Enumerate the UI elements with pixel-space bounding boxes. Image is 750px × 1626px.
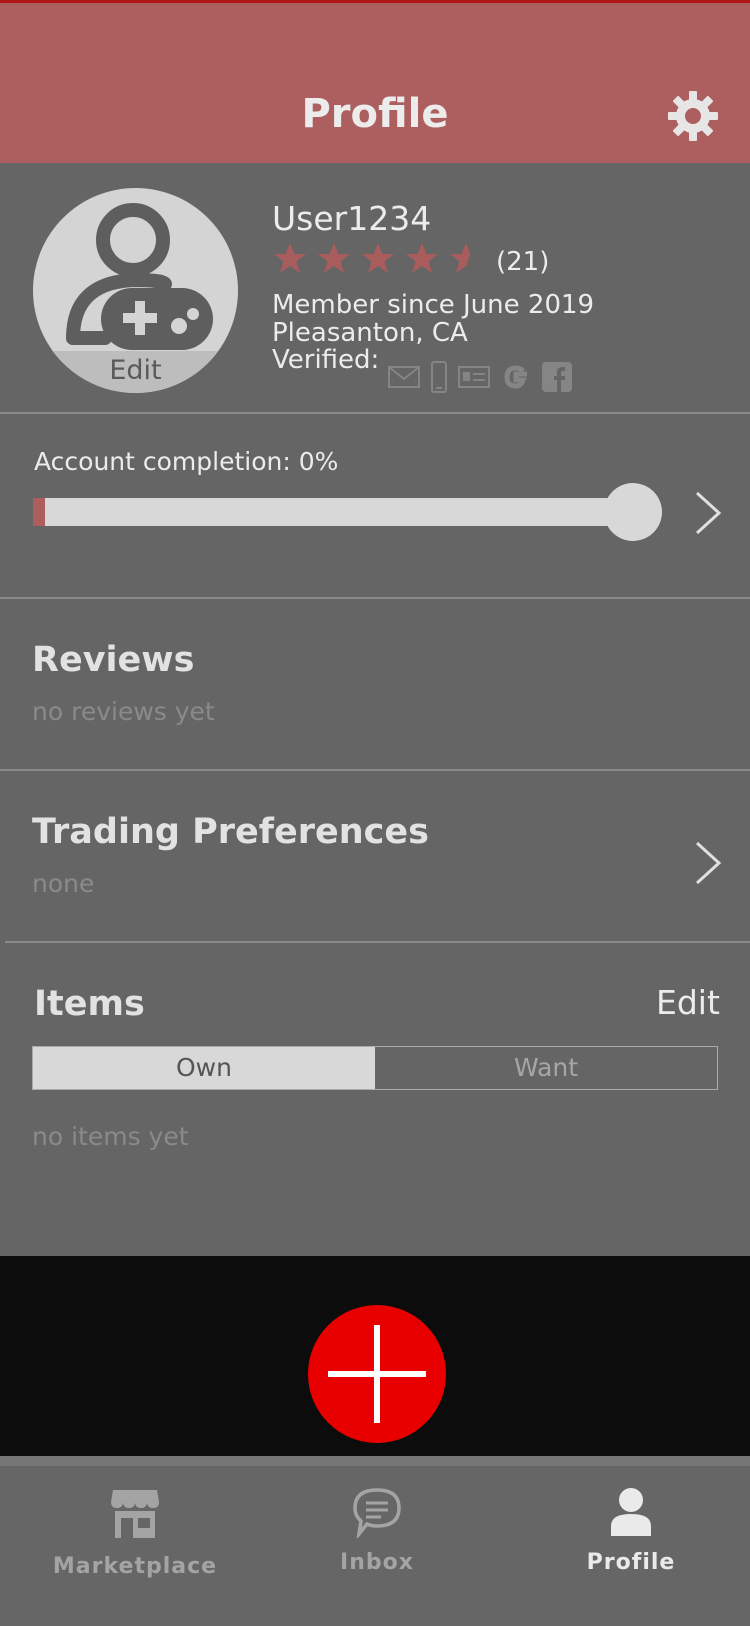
gear-icon[interactable] <box>666 89 720 143</box>
divider <box>0 597 750 599</box>
chat-bubble-icon <box>353 1488 401 1538</box>
location: Pleasanton, CA <box>272 318 468 348</box>
trading-preferences-value: none <box>32 869 95 898</box>
items-edit-button[interactable]: Edit <box>656 983 720 1022</box>
chevron-right-icon[interactable] <box>694 840 722 886</box>
rating-count[interactable]: (21) <box>496 247 549 277</box>
avatar[interactable]: Edit <box>33 188 238 393</box>
trading-preferences-title[interactable]: Trading Preferences <box>32 812 429 852</box>
items-segmented-control: Own Want <box>32 1046 718 1090</box>
plus-icon <box>328 1371 426 1377</box>
divider <box>0 412 750 414</box>
account-completion-bar <box>33 498 633 526</box>
top-app-bar: Profile <box>0 0 750 163</box>
add-item-button[interactable] <box>308 1305 446 1443</box>
tab-marketplace[interactable]: Marketplace <box>10 1466 260 1626</box>
reviews-title: Reviews <box>32 640 195 680</box>
verification-icons <box>388 361 582 397</box>
items-empty-text: no items yet <box>32 1122 189 1151</box>
items-tab-want[interactable]: Want <box>375 1047 717 1089</box>
member-since: Member since June 2019 <box>272 290 595 320</box>
account-completion-knob[interactable] <box>604 483 662 541</box>
reviews-empty-text: no reviews yet <box>32 697 215 726</box>
account-completion-label: Account completion: 0% <box>34 447 339 476</box>
facebook-icon <box>542 362 572 396</box>
person-icon <box>611 1488 651 1536</box>
star-icon <box>318 243 350 273</box>
bottom-tab-bar: Marketplace Inbox Profile <box>0 1456 750 1626</box>
tab-label: Profile <box>586 1550 676 1575</box>
verified-label: Verified: <box>272 345 380 375</box>
page-title: Profile <box>301 91 449 137</box>
tab-inbox[interactable]: Inbox <box>252 1466 502 1626</box>
username: User1234 <box>272 199 432 238</box>
email-icon <box>388 365 420 393</box>
storefront-icon <box>111 1490 159 1538</box>
phone-icon <box>430 361 448 397</box>
avatar-edit-label[interactable]: Edit <box>33 351 238 393</box>
half-star-icon <box>450 243 471 273</box>
id-card-icon <box>458 365 490 393</box>
divider <box>5 941 750 943</box>
chevron-right-icon[interactable] <box>694 490 722 536</box>
tab-label: Marketplace <box>52 1554 218 1579</box>
star-rating <box>272 241 492 277</box>
star-icon <box>406 243 438 273</box>
tab-label: Inbox <box>340 1550 414 1575</box>
google-icon <box>500 361 532 397</box>
profile-header: Edit User1234 (21) Member since June 201… <box>0 163 750 413</box>
items-tab-own[interactable]: Own <box>33 1047 375 1089</box>
tab-profile[interactable]: Profile <box>506 1466 750 1626</box>
account-completion-fill <box>33 498 45 526</box>
star-icon <box>362 243 394 273</box>
star-icon <box>274 243 306 273</box>
divider <box>0 769 750 771</box>
items-title: Items <box>34 984 145 1024</box>
